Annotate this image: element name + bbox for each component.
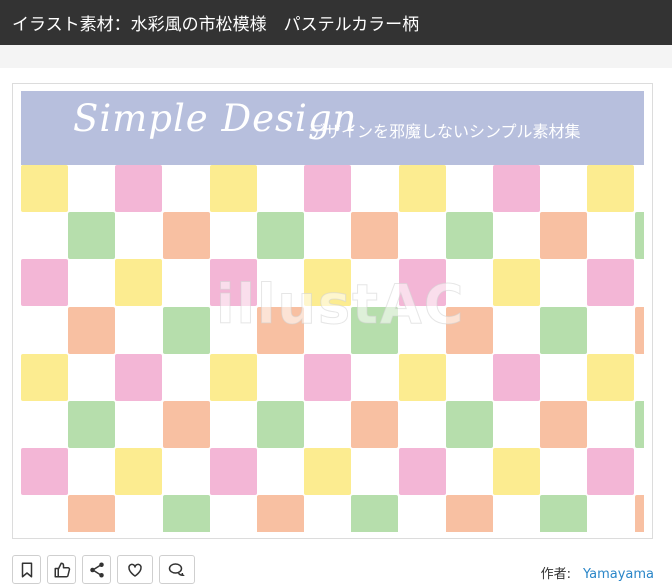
pattern-cell <box>257 212 304 260</box>
pattern-cell <box>162 495 210 532</box>
pattern-cell <box>209 353 257 401</box>
pattern-cell <box>634 306 644 354</box>
heart-icon <box>128 563 142 577</box>
pattern-cell <box>162 212 210 260</box>
pattern-cell <box>493 353 540 401</box>
pattern-cell <box>68 212 116 260</box>
pattern-cell <box>587 353 635 401</box>
pattern-cell <box>68 401 116 448</box>
pattern-cell <box>540 212 588 260</box>
pattern-cell <box>493 165 540 212</box>
pattern-cell <box>21 259 68 307</box>
like-button[interactable] <box>47 555 76 584</box>
pattern-cell <box>115 353 163 401</box>
pattern-cell <box>634 401 644 448</box>
pattern-cell <box>398 353 446 401</box>
pattern-cell <box>587 259 635 307</box>
pattern-cell <box>115 448 163 496</box>
pattern-cell <box>304 353 352 401</box>
pattern-cell <box>398 165 446 212</box>
pattern-cell <box>115 165 163 212</box>
pattern-cell <box>304 165 352 212</box>
illustration-preview[interactable]: Simple Design デザインを邪魔しないシンプル素材集 illustAC <box>21 91 644 532</box>
design-banner: Simple Design デザインを邪魔しないシンプル素材集 <box>21 91 644 165</box>
pattern-cell <box>21 165 68 212</box>
pattern-cell <box>21 353 68 401</box>
pattern-cell <box>304 259 352 307</box>
author-link[interactable]: Yamayama <box>583 567 654 582</box>
pattern-cell <box>304 448 352 496</box>
pattern-cell <box>209 448 257 496</box>
pattern-cell <box>257 306 304 354</box>
pattern-cell <box>587 448 635 496</box>
pattern-cell <box>21 448 68 496</box>
bookmark-icon <box>21 562 32 577</box>
illustration-card: Simple Design デザインを邪魔しないシンプル素材集 illustAC… <box>0 68 672 587</box>
author-label: 作者: <box>540 567 571 582</box>
pattern-cell <box>115 259 163 307</box>
favorite-button[interactable] <box>117 555 153 584</box>
pattern-cell <box>540 495 588 532</box>
pattern-cell <box>162 306 210 354</box>
comment-button[interactable] <box>159 555 195 584</box>
pattern-cell <box>445 306 493 354</box>
pattern-cell <box>587 165 635 212</box>
pattern-cell <box>351 212 399 260</box>
pattern-cell <box>209 165 257 212</box>
pattern-cell <box>540 401 588 448</box>
author-info: 作者: Yamayama <box>541 563 654 582</box>
pattern-cell <box>493 259 540 307</box>
pattern-cell <box>493 448 540 496</box>
pattern-cell <box>68 306 116 354</box>
share-icon <box>89 562 104 577</box>
pattern-cell <box>351 306 399 354</box>
share-button[interactable] <box>82 555 111 584</box>
pattern-cell <box>540 306 588 354</box>
pattern-cell <box>351 495 399 532</box>
pattern-cell <box>445 495 493 532</box>
page-header: イラスト素材：水彩風の市松模様 パステルカラー柄 <box>0 0 672 45</box>
pattern-cell <box>398 448 446 496</box>
pattern-cell <box>445 212 493 260</box>
pattern-cell <box>257 495 304 532</box>
banner-subtitle: デザインを邪魔しないシンプル素材集 <box>309 122 581 141</box>
pattern-cell <box>634 495 644 532</box>
pattern-cell <box>162 401 210 448</box>
page-title: イラスト素材：水彩風の市松模様 パステルカラー柄 <box>12 15 420 35</box>
action-bar <box>12 555 195 584</box>
comment-icon <box>168 562 185 576</box>
bookmark-button[interactable] <box>12 555 41 584</box>
pattern-cell <box>257 401 304 448</box>
pattern-cell <box>351 401 399 448</box>
thumbs-up-icon <box>54 562 70 577</box>
pattern-cell <box>209 259 257 307</box>
illustration-frame: Simple Design デザインを邪魔しないシンプル素材集 illustAC <box>12 83 653 539</box>
checker-pattern <box>21 165 644 532</box>
pattern-cell <box>634 212 644 260</box>
pattern-cell <box>68 495 116 532</box>
pattern-cell <box>445 401 493 448</box>
pattern-cell <box>398 259 446 307</box>
